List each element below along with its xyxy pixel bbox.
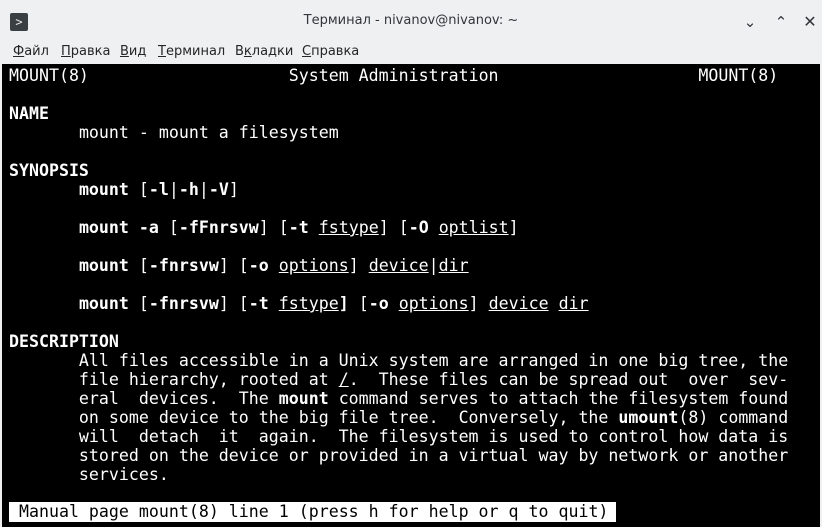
menu-bar: Файл Правка Вид Терминал Вкладки Справка (0, 42, 822, 64)
synopsis-heading: SYNOPSIS (9, 161, 89, 180)
description-line: stored on the device or provided in a vi… (9, 446, 789, 465)
close-icon[interactable]: ✕ (799, 11, 821, 33)
menu-help[interactable]: Справка (302, 44, 359, 59)
synopsis-line-3: mount [-fnrsvw] [-o options] device|dir (78, 256, 469, 275)
man-header: MOUNT(8) System Administration MOUNT(8) (9, 66, 779, 85)
menu-edit[interactable]: Правка (61, 44, 110, 59)
menu-tabs[interactable]: Вкладки (235, 44, 293, 59)
menu-terminal[interactable]: Терминал (158, 44, 225, 59)
terminal-window: > Терминал - nivanov@nivanov: ~ ⌄ ⌃ ✕ Фа… (0, 0, 822, 527)
description-line: will detach it again. The filesystem is … (9, 427, 789, 446)
title-bar[interactable]: > Терминал - nivanov@nivanov: ~ ⌄ ⌃ ✕ (0, 0, 822, 42)
description-line: All files accessible in a Unix system ar… (9, 351, 789, 370)
synopsis-line-4: mount [-fnrsvw] [-t fstype] [-o options]… (78, 294, 589, 313)
description-line: file hierarchy, rooted at /. These files… (9, 370, 789, 389)
scrollbar[interactable] (814, 64, 820, 527)
description-heading: DESCRIPTION (9, 332, 119, 351)
name-heading: NAME (9, 104, 49, 123)
maximize-icon[interactable]: ⌃ (770, 11, 792, 33)
minimize-icon[interactable]: ⌄ (739, 11, 761, 33)
synopsis-line-2: mount -a [-fFnrsvw] [-t fstype] [-O optl… (78, 218, 519, 237)
window-title: Терминал - nivanov@nivanov: ~ (303, 13, 519, 28)
menu-file[interactable]: Файл (13, 44, 49, 59)
description-line: on some device to the big file tree. Con… (9, 408, 789, 427)
description-line: eral devices. The mount command serves t… (9, 389, 789, 408)
terminal-area[interactable]: MOUNT(8) System Administration MOUNT(8) … (2, 64, 820, 527)
description-line: services. (9, 465, 169, 484)
name-text: mount - mount a filesystem (78, 123, 339, 142)
synopsis-line-1: mount [-l|-h|-V] (78, 180, 239, 199)
menu-view[interactable]: Вид (120, 44, 146, 59)
pager-status-line: Manual page mount(8) line 1 (press h for… (9, 502, 617, 522)
